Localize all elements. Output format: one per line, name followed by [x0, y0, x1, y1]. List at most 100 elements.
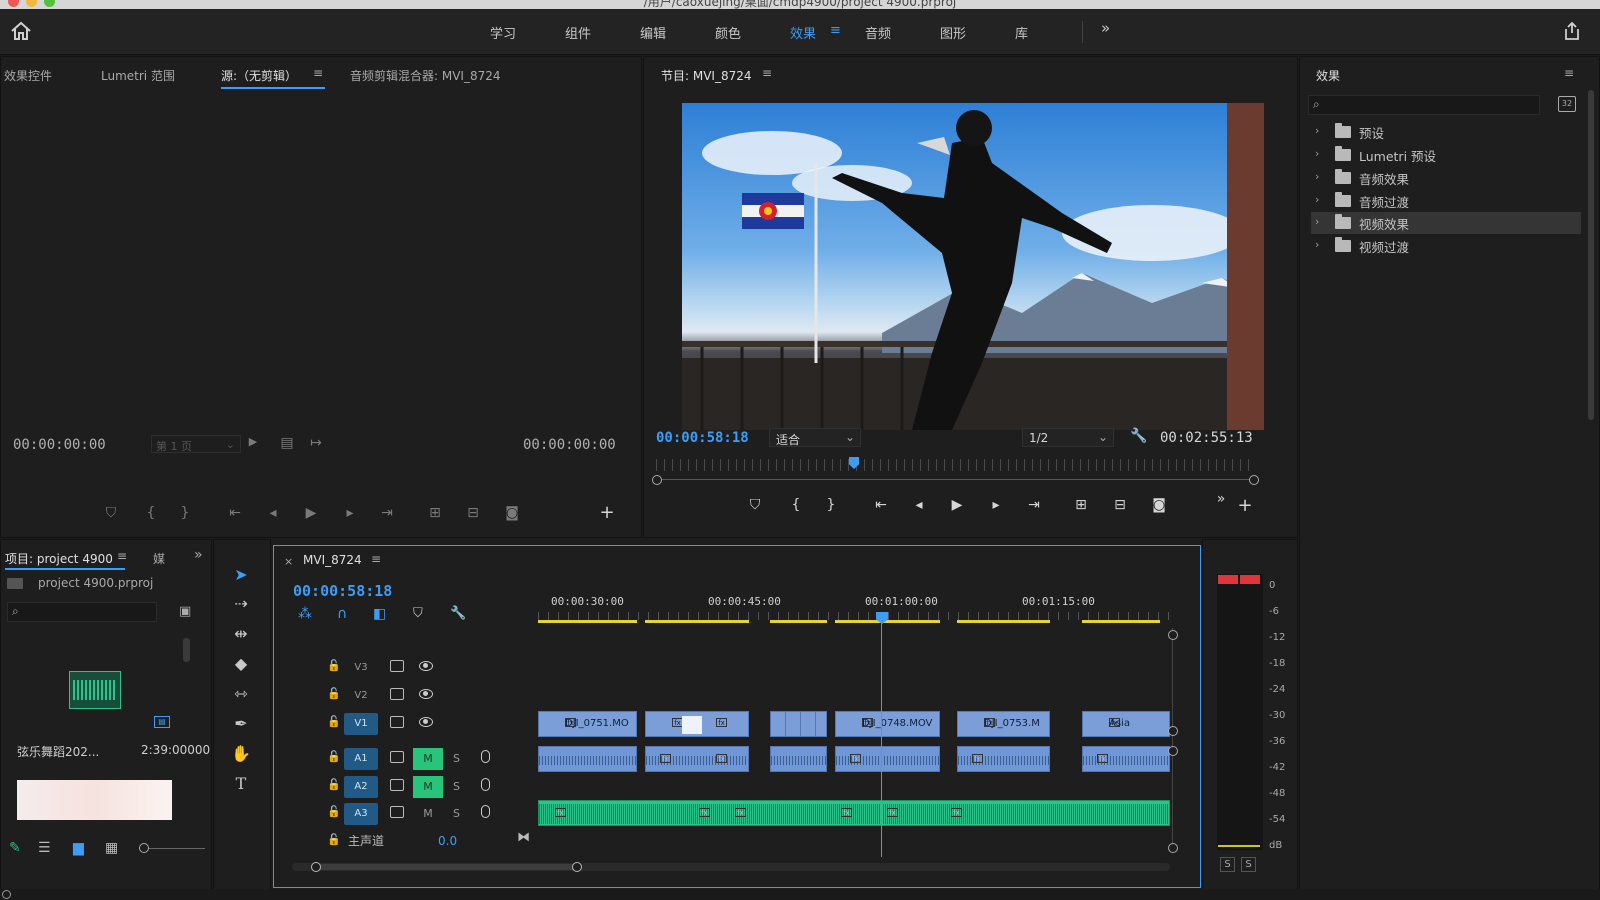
fit-select[interactable]: 适合 ⌄ [769, 428, 861, 447]
eye-icon[interactable] [419, 689, 433, 699]
video-clip-thumbnail[interactable] [17, 780, 172, 820]
step-forward-icon[interactable]: ▸ [341, 505, 359, 521]
track-target-a2[interactable]: A2 [344, 776, 378, 798]
linked-selection-icon[interactable]: ◧ [373, 606, 386, 622]
zoom-handle-left[interactable] [652, 475, 662, 485]
type-tool-icon[interactable]: T [228, 774, 254, 796]
source-timecode-in[interactable]: 00:00:00:00 [13, 437, 106, 453]
more-controls-icon[interactable]: » [1212, 491, 1230, 507]
panel-menu-icon[interactable]: ≡ [117, 549, 127, 563]
sync-lock-icon[interactable] [390, 779, 404, 791]
extract-icon[interactable]: ⊟ [1111, 497, 1129, 513]
audio-clip[interactable] [538, 746, 637, 772]
mark-out-icon[interactable]: } [822, 497, 840, 513]
microphone-icon[interactable] [481, 750, 490, 763]
ripple-edit-tool-icon[interactable]: ⇹ [228, 624, 254, 646]
workspace-learn[interactable]: 学习 [490, 23, 516, 42]
effects-search-input[interactable]: ⌕ [1308, 95, 1540, 115]
hand-tool-icon[interactable]: ✋ [228, 744, 254, 766]
zoom-handle-left[interactable] [311, 862, 321, 872]
effects-title[interactable]: 效果 [1316, 67, 1340, 84]
workspace-effects[interactable]: 效果 [790, 23, 816, 42]
mute-button[interactable]: M [413, 748, 443, 770]
marker-icon[interactable]: ⛉ [102, 505, 120, 521]
microphone-icon[interactable] [481, 805, 490, 818]
video-clip[interactable] [770, 711, 827, 737]
sync-lock-icon[interactable] [390, 688, 404, 700]
program-title[interactable]: 节目: MVI_8724 [661, 67, 752, 84]
insert-icon[interactable]: ↦ [307, 435, 325, 451]
track-select-tool-icon[interactable]: ⇢ [228, 594, 254, 616]
export-frame-icon[interactable]: ▤ [278, 435, 296, 451]
eye-icon[interactable] [419, 661, 433, 671]
tab-audio-clip-mixer[interactable]: 音频剪辑混合器: MVI_8724 [350, 67, 501, 84]
scroll-handle[interactable] [1168, 726, 1178, 736]
home-icon[interactable] [10, 21, 32, 41]
mute-button[interactable]: M [413, 803, 443, 825]
play-page-icon[interactable]: ▶ [244, 435, 262, 448]
solo-right-button[interactable]: S [1241, 857, 1256, 872]
program-ruler[interactable] [656, 459, 1256, 471]
zoom-handle-right[interactable] [572, 862, 582, 872]
add-button-icon[interactable]: + [1236, 495, 1254, 516]
video-clip[interactable]: fx Asia [1082, 711, 1170, 737]
track-target-a1[interactable]: A1 [344, 748, 378, 770]
track-target-v3[interactable]: V3 [344, 657, 378, 679]
lock-icon[interactable]: 🔓 [327, 659, 341, 672]
wrench-icon[interactable]: 🔧 [1130, 428, 1148, 444]
tab-media-browser[interactable]: 媒 [153, 550, 165, 567]
go-to-in-icon[interactable]: ⇤ [872, 497, 890, 513]
add-button-icon[interactable]: + [598, 502, 616, 523]
audio-clip[interactable]: fx [957, 746, 1050, 772]
clip-indicator-left[interactable] [1218, 575, 1238, 584]
lock-icon[interactable]: 🔓 [327, 750, 341, 763]
video-clip[interactable]: fx fx [645, 711, 749, 737]
play-icon[interactable]: ▶ [948, 497, 966, 513]
project-scrollbar[interactable] [183, 638, 190, 662]
pen-tool-icon[interactable]: ✒ [228, 714, 254, 736]
tab-source[interactable]: 源:（无剪辑） [221, 67, 297, 84]
zoom-slider-handle[interactable] [139, 843, 149, 853]
page-select[interactable]: 第 1 页 ⌄ [151, 435, 241, 453]
effects-item-video-transitions[interactable]: › 视频过渡 [1315, 235, 1587, 257]
workspace-color[interactable]: 颜色 [715, 23, 741, 42]
marker-icon[interactable]: ⛉ [746, 497, 764, 513]
workspace-libraries[interactable]: 库 [1015, 23, 1028, 42]
workspace-graphics[interactable]: 图形 [940, 23, 966, 42]
timeline-zoom-thumb[interactable] [316, 864, 578, 870]
lock-icon[interactable]: 🔓 [327, 833, 341, 846]
tab-lumetri-scopes[interactable]: Lumetri 范围 [101, 67, 175, 84]
workspace-audio[interactable]: 音频 [865, 23, 891, 42]
program-timecode[interactable]: 00:00:58:18 [656, 430, 749, 446]
camera-icon[interactable]: ◙ [1150, 497, 1168, 513]
timeline-ruler[interactable] [538, 612, 1178, 620]
play-icon[interactable]: ▶ [302, 505, 320, 521]
slip-tool-icon[interactable]: ⇿ [228, 684, 254, 706]
zoom-handle-right[interactable] [1249, 475, 1259, 485]
audio-clip[interactable]: fx [1082, 746, 1170, 772]
mark-in-icon[interactable]: { [787, 497, 805, 513]
list-view-icon[interactable]: ☰ [38, 840, 51, 856]
clip-indicator-right[interactable] [1240, 575, 1260, 584]
scroll-handle[interactable] [1168, 746, 1178, 756]
solo-left-button[interactable]: S [1220, 857, 1235, 872]
track-target-a3[interactable]: A3 [344, 803, 378, 825]
timeline-timecode[interactable]: 00:00:58:18 [293, 582, 392, 600]
track-height-scroll-track[interactable] [1172, 628, 1173, 850]
master-volume-value[interactable]: 0.0 [438, 834, 457, 848]
audio-clip[interactable] [770, 746, 827, 772]
step-back-icon[interactable]: ◂ [264, 505, 282, 521]
effects-item-audio-effects[interactable]: › 音频效果 [1315, 167, 1587, 189]
audio-clip[interactable]: fx [835, 746, 940, 772]
panel-menu-icon[interactable]: ≡ [762, 66, 772, 80]
insert-clip-icon[interactable]: ⊞ [426, 505, 444, 521]
effects-item-presets[interactable]: › 预设 [1315, 121, 1587, 143]
mark-out-icon[interactable]: } [176, 505, 194, 521]
step-back-icon[interactable]: ◂ [910, 497, 928, 513]
workspace-menu-icon[interactable]: ≡ [830, 23, 841, 38]
effects-item-video-effects[interactable]: › 视频效果 [1315, 212, 1587, 234]
sync-lock-icon[interactable] [390, 751, 404, 763]
tab-effect-controls[interactable]: 效果控件 [4, 67, 52, 84]
sync-lock-icon[interactable] [390, 806, 404, 818]
scroll-handle[interactable] [1168, 630, 1178, 640]
